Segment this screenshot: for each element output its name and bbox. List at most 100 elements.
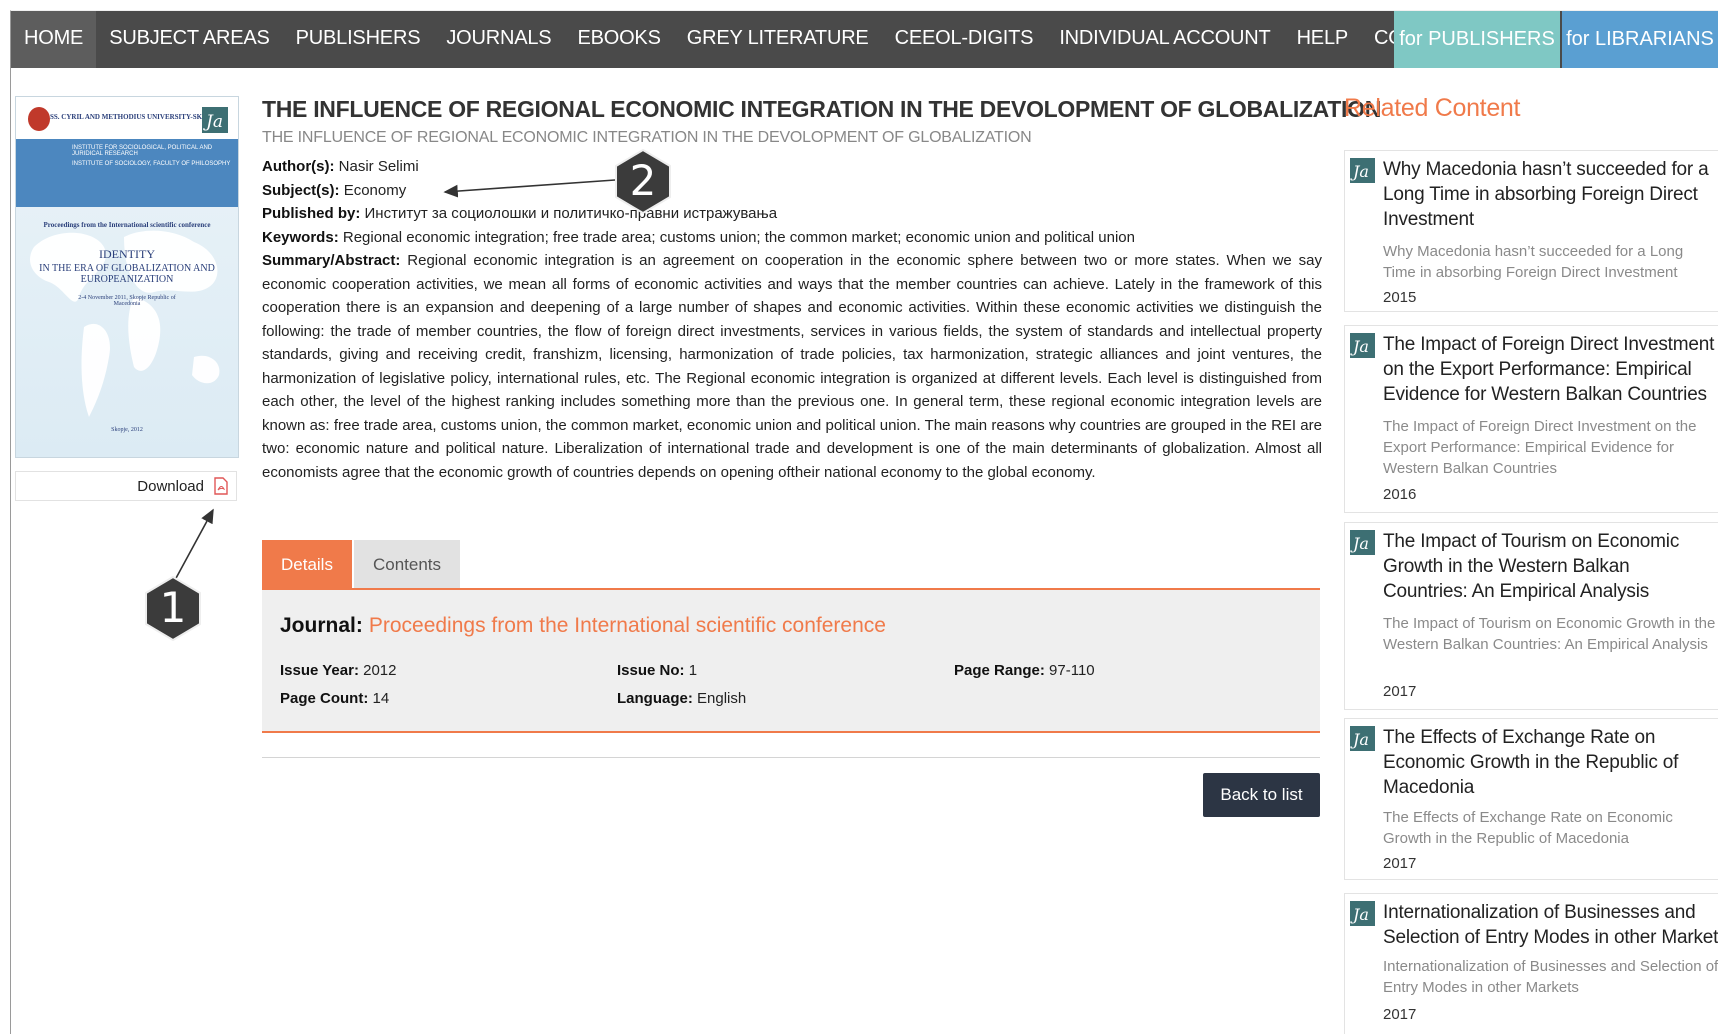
- back-to-list-button[interactable]: Back to list: [1203, 773, 1320, 817]
- related-item-year: 2016: [1383, 486, 1417, 503]
- nav-home[interactable]: HOME: [11, 11, 97, 68]
- ceeol-logo-icon: Ja: [202, 107, 228, 133]
- issue-year-value: 2012: [363, 662, 397, 679]
- related-item-title-text[interactable]: Internationalization of Businesses and S…: [1383, 900, 1718, 950]
- authors-value[interactable]: Nasir Selimi: [339, 158, 419, 175]
- pdf-icon[interactable]: [214, 477, 228, 495]
- cover-proceedings: Proceedings from the International scien…: [43, 221, 211, 229]
- related-item-year: 2015: [1383, 289, 1417, 306]
- page-count-label: Page Count:: [280, 690, 369, 707]
- related-item-year: 2017: [1383, 1006, 1417, 1023]
- ceeol-logo-icon: Ja: [1350, 901, 1375, 926]
- publisher-row: Published by: Институт за социолошки и п…: [262, 202, 1322, 226]
- nav-journals[interactable]: JOURNALS: [433, 11, 564, 68]
- page-count-field: Page Count: 14: [280, 690, 389, 707]
- related-item[interactable]: Ja The Effects of Exchange Rate on Econo…: [1344, 718, 1718, 880]
- nav-right-group: for PUBLISHERS for LIBRARIANS: [1394, 11, 1718, 68]
- article-title: THE INFLUENCE OF REGIONAL ECONOMIC INTEG…: [262, 96, 1381, 122]
- cover-institute-2: INSTITUTE OF SOCIOLOGY, FACULTY OF PHILO…: [72, 161, 231, 167]
- nav-ceeol-digits[interactable]: CEEOL-DIGITS: [882, 11, 1047, 68]
- svg-text:Ja: Ja: [1350, 534, 1369, 553]
- related-item[interactable]: Ja The Impact of Foreign Direct Investme…: [1344, 325, 1718, 513]
- page-range-field: Page Range: 97-110: [954, 662, 1095, 679]
- authors-label: Author(s):: [262, 158, 335, 175]
- ceeol-logo-icon: Ja: [1350, 726, 1375, 751]
- detail-tabs: Details Contents: [262, 540, 462, 588]
- summary-text: Regional economic integration is an agre…: [262, 252, 1322, 481]
- nav-individual-account[interactable]: INDIVIDUAL ACCOUNT: [1046, 11, 1283, 68]
- related-item[interactable]: Ja The Impact of Tourism on Economic Gro…: [1344, 522, 1718, 710]
- authors-row: Author(s): Nasir Selimi: [262, 155, 1322, 179]
- related-item-desc: The Impact of Foreign Direct Investment …: [1383, 418, 1697, 477]
- article-subtitle: THE INFLUENCE OF REGIONAL ECONOMIC INTEG…: [262, 129, 1032, 146]
- related-item-title[interactable]: The Impact of Tourism on Economic Growth…: [1383, 529, 1718, 604]
- issue-no-label: Issue No:: [617, 662, 685, 679]
- keywords-row: Keywords: Regional economic integration;…: [262, 226, 1322, 250]
- callout-2-label: 2: [629, 156, 657, 205]
- language-value: English: [697, 690, 747, 707]
- related-item-year: 2017: [1383, 855, 1417, 872]
- svg-text:Ja: Ja: [203, 112, 223, 132]
- related-item[interactable]: Ja Why Macedonia hasn’t succeeded for a …: [1344, 150, 1718, 312]
- related-item-desc: The Impact of Tourism on Economic Growth…: [1383, 615, 1716, 653]
- issue-no-field: Issue No: 1: [617, 662, 697, 679]
- publisher-value[interactable]: Институт за социолошки и политичко-правн…: [365, 205, 778, 222]
- details-panel: Journal: Proceedings from the Internation…: [262, 588, 1320, 733]
- nav-help[interactable]: HELP: [1284, 11, 1361, 68]
- nav-subject-areas[interactable]: SUBJECT AREAS: [96, 11, 282, 68]
- for-librarians-button[interactable]: for LIBRARIANS: [1562, 11, 1718, 68]
- divider: [262, 757, 1320, 758]
- related-item-title[interactable]: Why Macedonia hasn’t succeeded for a Lon…: [1383, 157, 1718, 232]
- nav-items: HOME SUBJECT AREAS PUBLISHERS JOURNALS E…: [11, 11, 1481, 68]
- page-count-value: 14: [372, 690, 390, 707]
- download-button[interactable]: Download: [15, 471, 237, 501]
- related-item-title[interactable]: The Effects of Exchange Rate on Economic…: [1383, 725, 1718, 800]
- cover-identity: IDENTITY: [99, 247, 155, 261]
- article-main: THE INFLUENCE OF REGIONAL ECONOMIC INTEG…: [262, 96, 1381, 484]
- nav-ebooks[interactable]: EBOOKS: [564, 11, 673, 68]
- related-item-year: 2017: [1383, 683, 1417, 700]
- subjects-value[interactable]: Economy: [344, 182, 407, 199]
- keywords-label: Keywords:: [262, 228, 339, 246]
- for-publishers-button[interactable]: for PUBLISHERS: [1394, 11, 1560, 68]
- language-label: Language:: [617, 690, 693, 707]
- svg-text:Ja: Ja: [1350, 337, 1369, 356]
- university-logo-icon: [28, 107, 50, 131]
- journal-label: Journal:: [280, 614, 363, 637]
- svg-text:Ja: Ja: [1350, 905, 1369, 924]
- cover-dates: 2-4 November 2011, Skopje Republic of Ma…: [78, 295, 176, 307]
- cover-place-year: Skopje, 2012: [111, 427, 143, 433]
- top-navigation: HOME SUBJECT AREAS PUBLISHERS JOURNALS E…: [11, 11, 1718, 68]
- summary-label: Summary/Abstract:: [262, 252, 401, 269]
- related-item-title[interactable]: The Impact of Foreign Direct Investment …: [1383, 332, 1718, 407]
- issue-year-label: Issue Year:: [280, 662, 359, 679]
- cover-university: SS. CYRIL AND METHODIUS UNIVERSITY-SKOPJ…: [50, 113, 220, 121]
- related-item-desc: Why Macedonia hasn’t succeeded for a Lon…: [1383, 243, 1684, 281]
- issue-year-field: Issue Year: 2012: [280, 662, 397, 679]
- publisher-label: Published by:: [262, 205, 361, 222]
- keywords-value: Regional economic integration; free trad…: [342, 228, 1135, 246]
- related-item-title[interactable]: Internationalization of Businesses and S…: [1383, 900, 1718, 950]
- related-item-desc: The Effects of Exchange Rate on Economic…: [1383, 809, 1673, 847]
- journal-line: Journal: Proceedings from the Internation…: [280, 614, 886, 638]
- subjects-label: Subject(s):: [262, 181, 340, 199]
- ceeol-logo-icon: Ja: [1350, 158, 1375, 183]
- nav-publishers[interactable]: PUBLISHERS: [283, 11, 434, 68]
- ceeol-logo-icon: Ja: [1350, 333, 1375, 358]
- page-range-value: 97-110: [1049, 662, 1095, 679]
- download-label: Download: [137, 477, 204, 495]
- book-cover[interactable]: SS. CYRIL AND METHODIUS UNIVERSITY-SKOPJ…: [15, 96, 239, 458]
- tab-details[interactable]: Details: [262, 540, 352, 588]
- related-item[interactable]: Ja Internationalization of Businesses an…: [1344, 893, 1718, 1034]
- related-item-desc: Internationalization of Businesses and S…: [1383, 958, 1718, 996]
- tab-contents[interactable]: Contents: [353, 540, 461, 588]
- nav-grey-literature[interactable]: GREY LITERATURE: [674, 11, 882, 68]
- callout-2: 2: [614, 152, 672, 210]
- cover-institute-1: INSTITUTE FOR SOCIOLOGICAL, POLITICAL AN…: [72, 145, 213, 157]
- subjects-row: Subject(s): Economy: [262, 179, 1322, 203]
- related-heading: Related Content: [1344, 94, 1521, 122]
- article-meta: Author(s): Nasir Selimi Subject(s): Econ…: [262, 155, 1322, 484]
- language-field: Language: English: [617, 690, 746, 707]
- svg-text:Ja: Ja: [1350, 730, 1369, 749]
- journal-link[interactable]: Proceedings from the International scien…: [369, 614, 886, 637]
